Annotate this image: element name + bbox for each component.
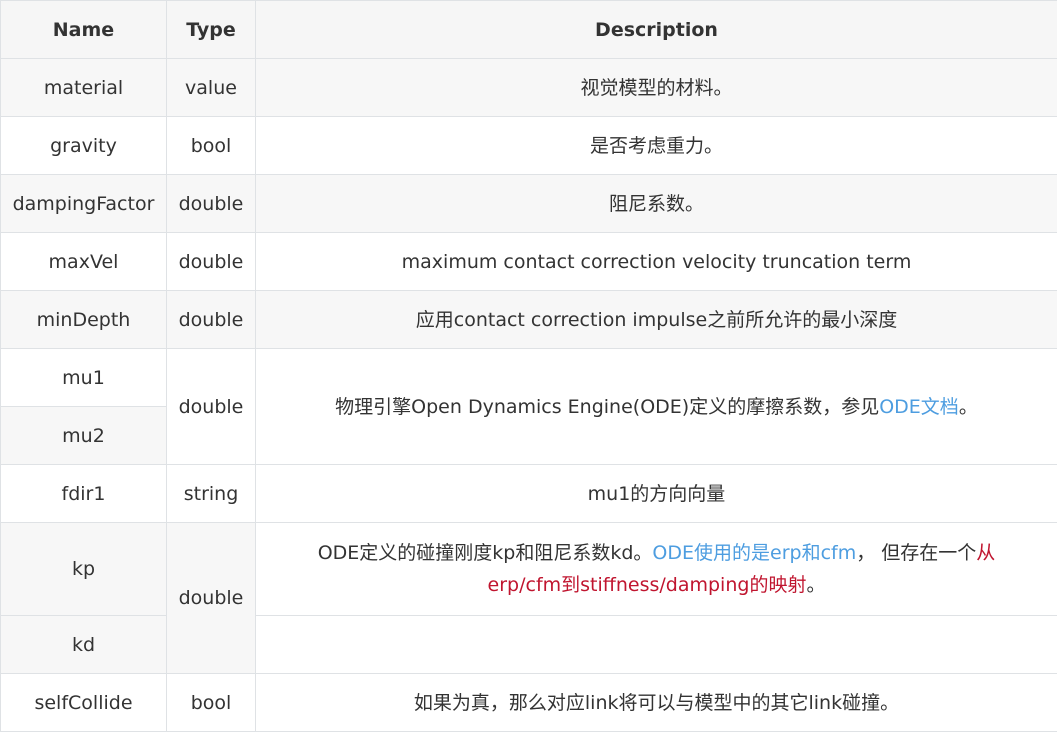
param-type: double [167, 349, 256, 465]
header-name: Name [1, 1, 167, 59]
param-type: double [167, 175, 256, 233]
param-name: maxVel [1, 233, 167, 291]
param-name: material [1, 59, 167, 117]
param-description: mu1的方向向量 [256, 465, 1057, 523]
table-row: dampingFactor double 阻尼系数。 [1, 175, 1057, 233]
parameter-table: Name Type Description material value 视觉模… [0, 0, 1057, 732]
header-row: Name Type Description [1, 1, 1057, 59]
table-row: material value 视觉模型的材料。 [1, 59, 1057, 117]
param-type: double [167, 523, 256, 674]
param-type: double [167, 291, 256, 349]
param-name: minDepth [1, 291, 167, 349]
param-name: mu2 [1, 407, 167, 465]
param-description: 阻尼系数。 [256, 175, 1057, 233]
param-name: kd [1, 616, 167, 674]
param-type: double [167, 233, 256, 291]
param-type: string [167, 465, 256, 523]
table-row: maxVel double maximum contact correction… [1, 233, 1057, 291]
param-name: fdir1 [1, 465, 167, 523]
param-name: mu1 [1, 349, 167, 407]
description-text: ， 但存在一个 [856, 542, 976, 564]
param-name: kp [1, 523, 167, 616]
table-row: mu1 double 物理引擎Open Dynamics Engine(ODE)… [1, 349, 1057, 407]
param-name: gravity [1, 117, 167, 175]
table-row: kp double ODE定义的碰撞刚度kp和阻尼系数kd。ODE使用的是erp… [1, 523, 1057, 616]
param-description: 应用contact correction impulse之前所允许的最小深度 [256, 291, 1057, 349]
description-text: 物理引擎Open Dynamics Engine(ODE)定义的摩擦系数，参见 [335, 396, 879, 418]
param-description: 如果为真，那么对应link将可以与模型中的其它link碰撞。 [256, 674, 1057, 732]
description-text: 。 [959, 396, 978, 418]
description-text: 。 [806, 574, 825, 596]
param-description: 物理引擎Open Dynamics Engine(ODE)定义的摩擦系数，参见O… [256, 349, 1057, 465]
description-text: ODE定义的碰撞刚度kp和阻尼系数kd。 [318, 542, 653, 564]
param-description: 视觉模型的材料。 [256, 59, 1057, 117]
param-description: 是否考虑重力。 [256, 117, 1057, 175]
empty-cell [256, 616, 1057, 674]
param-type: value [167, 59, 256, 117]
ode-doc-link[interactable]: ODE文档 [879, 396, 959, 418]
table-row: kd [1, 616, 1057, 674]
erp-cfm-link[interactable]: ODE使用的是erp和cfm [652, 542, 856, 564]
param-type: bool [167, 674, 256, 732]
param-name: dampingFactor [1, 175, 167, 233]
param-type: bool [167, 117, 256, 175]
table-row: selfCollide bool 如果为真，那么对应link将可以与模型中的其它… [1, 674, 1057, 732]
table-row: gravity bool 是否考虑重力。 [1, 117, 1057, 175]
param-description: maximum contact correction velocity trun… [256, 233, 1057, 291]
param-description: ODE定义的碰撞刚度kp和阻尼系数kd。ODE使用的是erp和cfm， 但存在一… [256, 523, 1057, 616]
header-description: Description [256, 1, 1057, 59]
header-type: Type [167, 1, 256, 59]
table-row: fdir1 string mu1的方向向量 [1, 465, 1057, 523]
param-name: selfCollide [1, 674, 167, 732]
table-row: minDepth double 应用contact correction imp… [1, 291, 1057, 349]
